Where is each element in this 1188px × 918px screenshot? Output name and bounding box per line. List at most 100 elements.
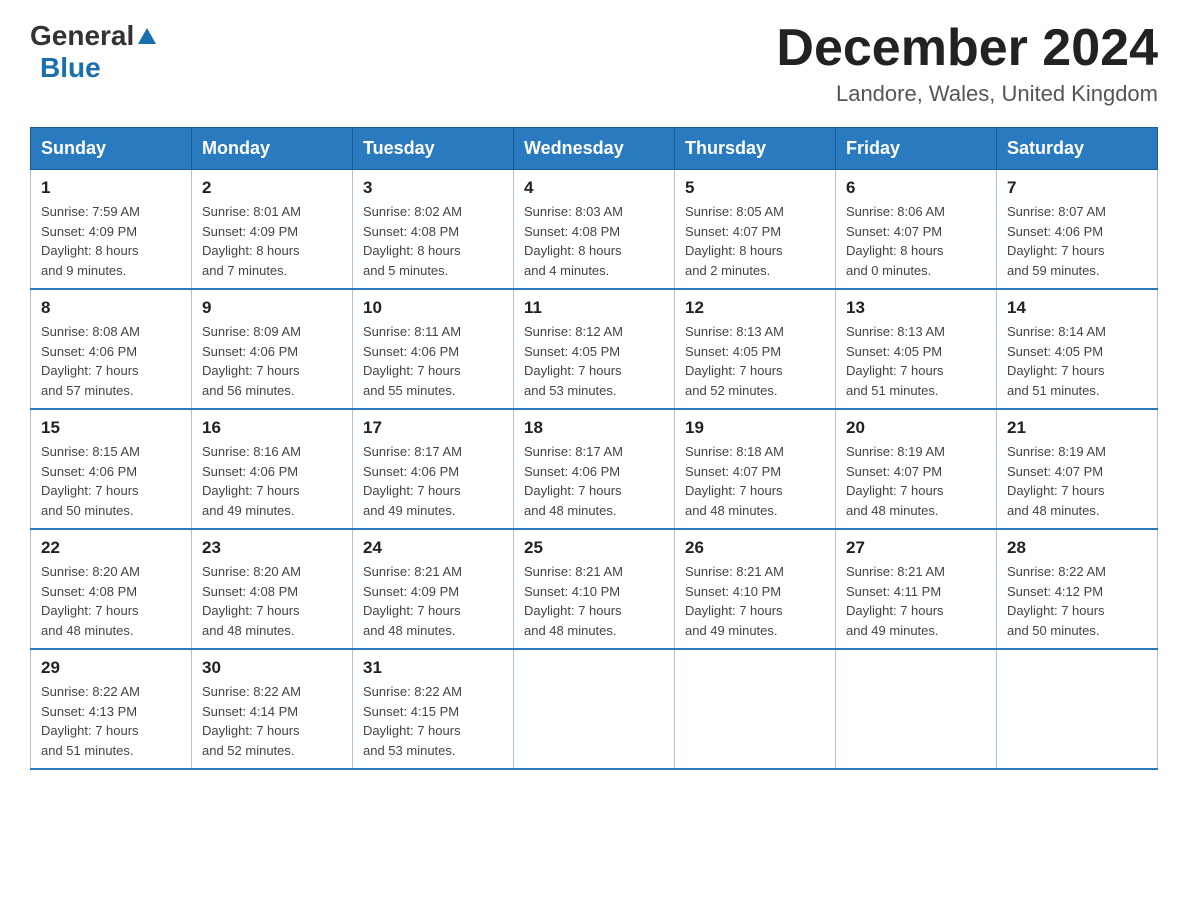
calendar-cell: 7 Sunrise: 8:07 AM Sunset: 4:06 PM Daylig… (997, 170, 1158, 290)
day-number: 2 (202, 178, 342, 198)
day-info: Sunrise: 8:13 AM Sunset: 4:05 PM Dayligh… (685, 322, 825, 400)
day-info: Sunrise: 8:06 AM Sunset: 4:07 PM Dayligh… (846, 202, 986, 280)
day-info: Sunrise: 8:05 AM Sunset: 4:07 PM Dayligh… (685, 202, 825, 280)
day-info: Sunrise: 8:22 AM Sunset: 4:14 PM Dayligh… (202, 682, 342, 760)
location-text: Landore, Wales, United Kingdom (776, 81, 1158, 107)
col-header-friday: Friday (836, 128, 997, 170)
calendar-cell: 15 Sunrise: 8:15 AM Sunset: 4:06 PM Dayli… (31, 409, 192, 529)
day-number: 16 (202, 418, 342, 438)
day-number: 17 (363, 418, 503, 438)
calendar-week-row: 22 Sunrise: 8:20 AM Sunset: 4:08 PM Dayli… (31, 529, 1158, 649)
day-info: Sunrise: 8:21 AM Sunset: 4:09 PM Dayligh… (363, 562, 503, 640)
calendar-cell: 5Sunrise: 8:05 AM Sunset: 4:07 PM Daylig… (675, 170, 836, 290)
calendar-cell: 30 Sunrise: 8:22 AM Sunset: 4:14 PM Dayli… (192, 649, 353, 769)
day-number: 22 (41, 538, 181, 558)
day-number: 30 (202, 658, 342, 678)
col-header-thursday: Thursday (675, 128, 836, 170)
day-info: Sunrise: 8:07 AM Sunset: 4:06 PM Dayligh… (1007, 202, 1147, 280)
day-number: 8 (41, 298, 181, 318)
calendar-cell: 19 Sunrise: 8:18 AM Sunset: 4:07 PM Dayli… (675, 409, 836, 529)
day-info: Sunrise: 8:11 AM Sunset: 4:06 PM Dayligh… (363, 322, 503, 400)
day-info: Sunrise: 8:15 AM Sunset: 4:06 PM Dayligh… (41, 442, 181, 520)
day-number: 3 (363, 178, 503, 198)
day-number: 29 (41, 658, 181, 678)
calendar-cell: 17 Sunrise: 8:17 AM Sunset: 4:06 PM Dayli… (353, 409, 514, 529)
col-header-monday: Monday (192, 128, 353, 170)
calendar-cell: 6 Sunrise: 8:06 AM Sunset: 4:07 PM Daylig… (836, 170, 997, 290)
day-number: 24 (363, 538, 503, 558)
day-info: Sunrise: 8:17 AM Sunset: 4:06 PM Dayligh… (363, 442, 503, 520)
logo-general-text: General (30, 20, 134, 52)
day-info: Sunrise: 8:01 AM Sunset: 4:09 PM Dayligh… (202, 202, 342, 280)
calendar-cell: 3 Sunrise: 8:02 AM Sunset: 4:08 PM Daylig… (353, 170, 514, 290)
calendar-cell: 23 Sunrise: 8:20 AM Sunset: 4:08 PM Dayli… (192, 529, 353, 649)
day-number: 23 (202, 538, 342, 558)
calendar-cell: 28 Sunrise: 8:22 AM Sunset: 4:12 PM Dayli… (997, 529, 1158, 649)
calendar-week-row: 15 Sunrise: 8:15 AM Sunset: 4:06 PM Dayli… (31, 409, 1158, 529)
day-info: Sunrise: 8:22 AM Sunset: 4:15 PM Dayligh… (363, 682, 503, 760)
calendar-cell: 11 Sunrise: 8:12 AM Sunset: 4:05 PM Dayli… (514, 289, 675, 409)
day-info: Sunrise: 8:20 AM Sunset: 4:08 PM Dayligh… (41, 562, 181, 640)
title-section: December 2024 Landore, Wales, United Kin… (776, 20, 1158, 107)
calendar-cell: 14Sunrise: 8:14 AM Sunset: 4:05 PM Dayli… (997, 289, 1158, 409)
day-info: Sunrise: 8:02 AM Sunset: 4:08 PM Dayligh… (363, 202, 503, 280)
calendar-cell: 8 Sunrise: 8:08 AM Sunset: 4:06 PM Daylig… (31, 289, 192, 409)
day-number: 21 (1007, 418, 1147, 438)
day-info: Sunrise: 8:20 AM Sunset: 4:08 PM Dayligh… (202, 562, 342, 640)
day-number: 1 (41, 178, 181, 198)
month-title: December 2024 (776, 20, 1158, 77)
logo: General Blue (30, 20, 158, 84)
day-number: 25 (524, 538, 664, 558)
day-number: 12 (685, 298, 825, 318)
day-info: Sunrise: 8:09 AM Sunset: 4:06 PM Dayligh… (202, 322, 342, 400)
day-info: Sunrise: 8:18 AM Sunset: 4:07 PM Dayligh… (685, 442, 825, 520)
day-number: 4 (524, 178, 664, 198)
page-header: General Blue December 2024 Landore, Wale… (30, 20, 1158, 107)
day-number: 9 (202, 298, 342, 318)
calendar-cell (836, 649, 997, 769)
day-info: Sunrise: 8:16 AM Sunset: 4:06 PM Dayligh… (202, 442, 342, 520)
calendar-cell: 26Sunrise: 8:21 AM Sunset: 4:10 PM Dayli… (675, 529, 836, 649)
col-header-saturday: Saturday (997, 128, 1158, 170)
calendar-cell: 18Sunrise: 8:17 AM Sunset: 4:06 PM Dayli… (514, 409, 675, 529)
col-header-wednesday: Wednesday (514, 128, 675, 170)
calendar-cell: 13 Sunrise: 8:13 AM Sunset: 4:05 PM Dayli… (836, 289, 997, 409)
calendar-table: SundayMondayTuesdayWednesdayThursdayFrid… (30, 127, 1158, 770)
day-number: 31 (363, 658, 503, 678)
day-info: Sunrise: 8:22 AM Sunset: 4:13 PM Dayligh… (41, 682, 181, 760)
day-number: 7 (1007, 178, 1147, 198)
calendar-cell: 31 Sunrise: 8:22 AM Sunset: 4:15 PM Dayli… (353, 649, 514, 769)
calendar-cell: 22 Sunrise: 8:20 AM Sunset: 4:08 PM Dayli… (31, 529, 192, 649)
day-number: 19 (685, 418, 825, 438)
calendar-cell (675, 649, 836, 769)
day-info: Sunrise: 8:14 AM Sunset: 4:05 PM Dayligh… (1007, 322, 1147, 400)
day-info: Sunrise: 8:08 AM Sunset: 4:06 PM Dayligh… (41, 322, 181, 400)
calendar-cell: 12 Sunrise: 8:13 AM Sunset: 4:05 PM Dayli… (675, 289, 836, 409)
day-info: Sunrise: 8:12 AM Sunset: 4:05 PM Dayligh… (524, 322, 664, 400)
day-number: 10 (363, 298, 503, 318)
day-info: Sunrise: 8:22 AM Sunset: 4:12 PM Dayligh… (1007, 562, 1147, 640)
calendar-week-row: 8 Sunrise: 8:08 AM Sunset: 4:06 PM Daylig… (31, 289, 1158, 409)
calendar-cell: 29 Sunrise: 8:22 AM Sunset: 4:13 PM Dayli… (31, 649, 192, 769)
day-number: 13 (846, 298, 986, 318)
day-number: 15 (41, 418, 181, 438)
day-number: 28 (1007, 538, 1147, 558)
calendar-header-row: SundayMondayTuesdayWednesdayThursdayFrid… (31, 128, 1158, 170)
day-number: 27 (846, 538, 986, 558)
logo-flag-icon (136, 26, 158, 48)
day-info: Sunrise: 8:19 AM Sunset: 4:07 PM Dayligh… (846, 442, 986, 520)
day-info: Sunrise: 8:17 AM Sunset: 4:06 PM Dayligh… (524, 442, 664, 520)
calendar-cell: 10 Sunrise: 8:11 AM Sunset: 4:06 PM Dayli… (353, 289, 514, 409)
logo-blue-text: Blue (40, 52, 101, 84)
calendar-cell: 25Sunrise: 8:21 AM Sunset: 4:10 PM Dayli… (514, 529, 675, 649)
day-info: Sunrise: 8:21 AM Sunset: 4:11 PM Dayligh… (846, 562, 986, 640)
calendar-cell: 20Sunrise: 8:19 AM Sunset: 4:07 PM Dayli… (836, 409, 997, 529)
calendar-cell (514, 649, 675, 769)
calendar-cell: 16 Sunrise: 8:16 AM Sunset: 4:06 PM Dayli… (192, 409, 353, 529)
calendar-cell: 9 Sunrise: 8:09 AM Sunset: 4:06 PM Daylig… (192, 289, 353, 409)
day-number: 6 (846, 178, 986, 198)
calendar-cell (997, 649, 1158, 769)
day-info: Sunrise: 8:03 AM Sunset: 4:08 PM Dayligh… (524, 202, 664, 280)
day-number: 11 (524, 298, 664, 318)
day-info: Sunrise: 8:13 AM Sunset: 4:05 PM Dayligh… (846, 322, 986, 400)
